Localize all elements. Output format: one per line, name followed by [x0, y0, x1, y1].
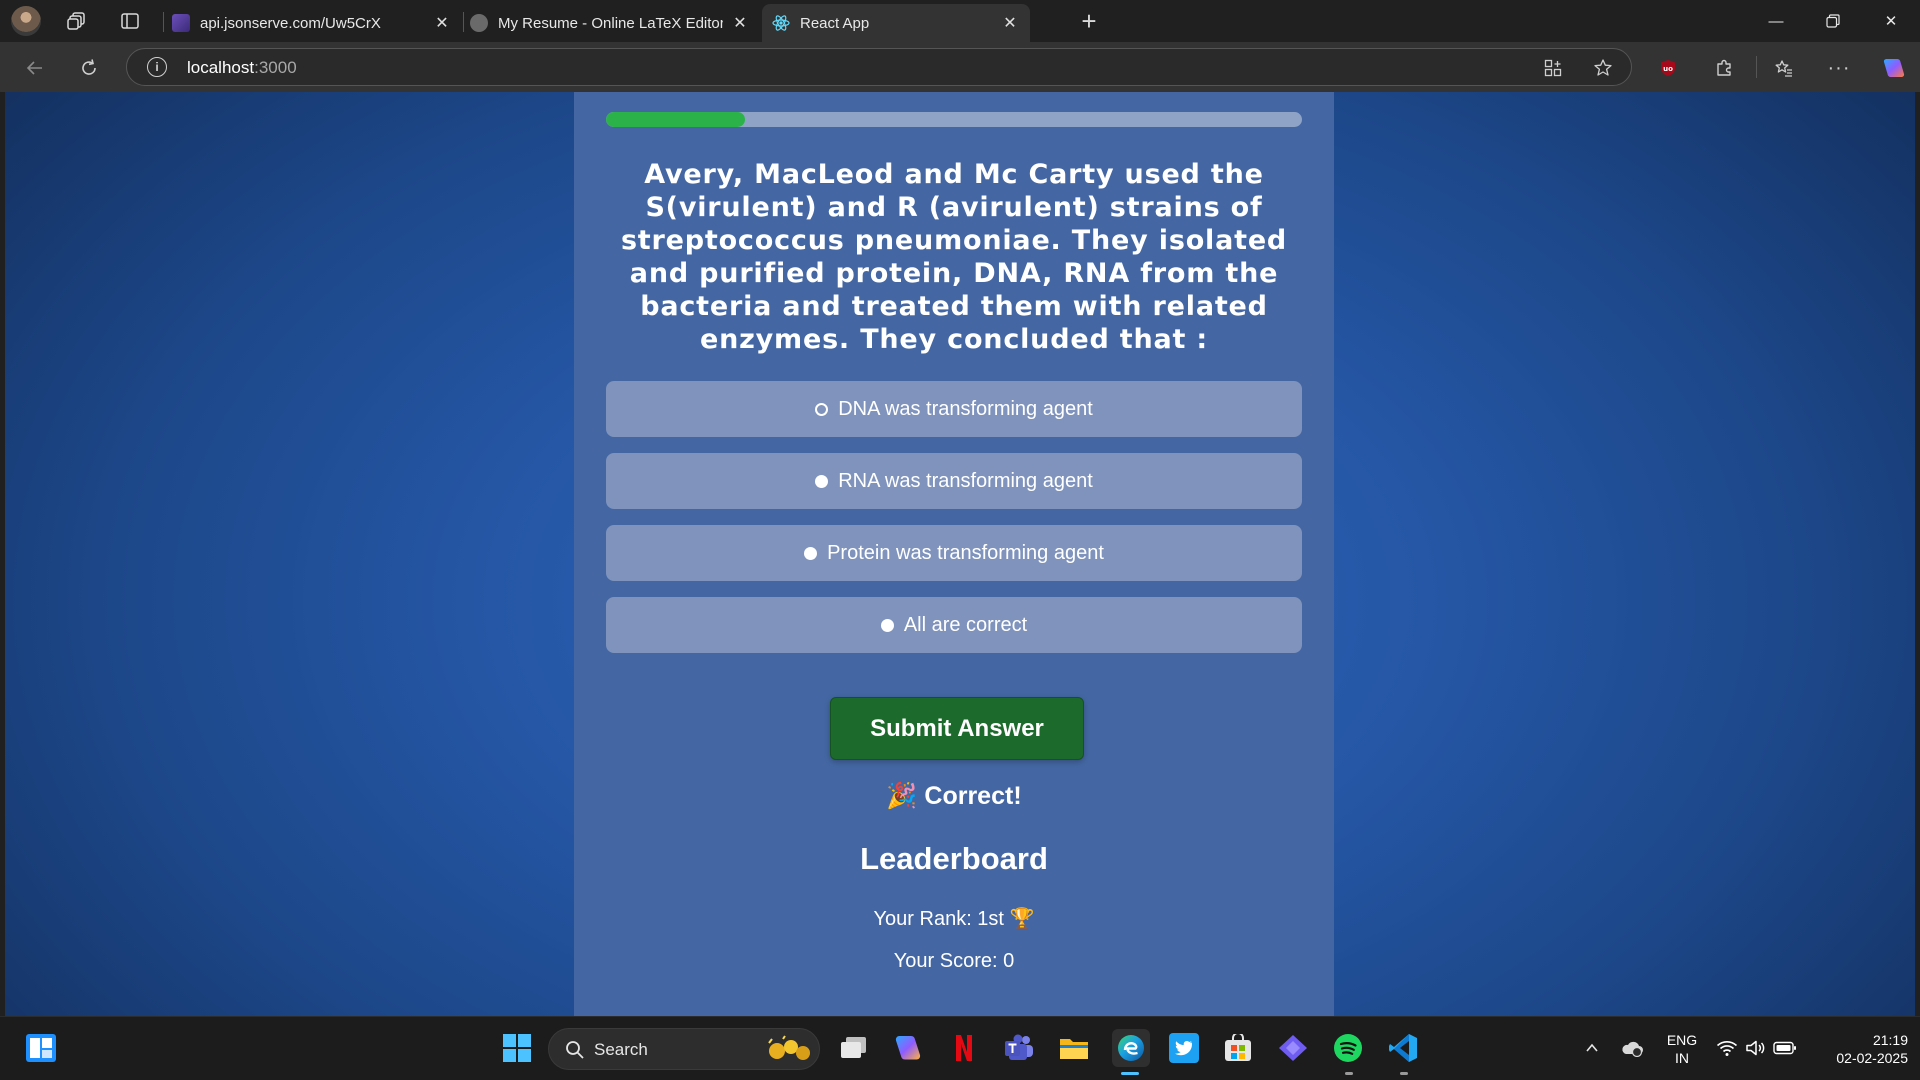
- answer-option-label: All are correct: [903, 613, 1028, 636]
- clock-date: 02-02-2025: [1836, 1050, 1908, 1066]
- url-port: :3000: [254, 58, 297, 77]
- progress-fill: [606, 112, 746, 127]
- user-score: Your Score: 0: [893, 950, 1015, 972]
- quiz-progress-bar: [606, 112, 1302, 127]
- overleaf-favicon: [470, 14, 488, 32]
- answer-option[interactable]: Protein was transforming agent: [606, 525, 1302, 581]
- leaderboard-title: Leaderboard: [860, 841, 1048, 876]
- answer-option-label: RNA was transforming agent: [838, 469, 1093, 492]
- question-text: Avery, MacLeod and Mc Carty used the S(v…: [620, 159, 1288, 355]
- favorite-star-icon[interactable]: [1591, 56, 1615, 80]
- ublock-origin-icon[interactable]: uo: [1652, 52, 1684, 84]
- workspaces-icon[interactable]: [62, 6, 92, 36]
- tab-latex-editor[interactable]: My Resume - Online LaTeX Editor ✕: [470, 4, 760, 42]
- language-region: IN: [1675, 1050, 1689, 1066]
- widgets-icon[interactable]: [24, 1031, 58, 1065]
- restore-icon[interactable]: [1805, 0, 1861, 42]
- copilot-icon[interactable]: [1878, 52, 1910, 84]
- radio-icon[interactable]: [804, 546, 818, 560]
- react-favicon: [772, 14, 790, 32]
- radio-icon[interactable]: [815, 474, 829, 488]
- quiz-card: Avery, MacLeod and Mc Carty used the S(v…: [574, 92, 1334, 1016]
- user-rank: Your Rank: 1st 🏆: [873, 908, 1035, 930]
- taskbar-search-box[interactable]: Search: [548, 1028, 820, 1070]
- vscode-running-indicator: [1400, 1072, 1408, 1075]
- search-highlight-icon: [768, 1035, 810, 1060]
- favorites-list-icon[interactable]: [1768, 52, 1800, 84]
- tab-separator: [463, 12, 464, 32]
- show-hidden-icons-chevron-up-icon[interactable]: [1575, 1031, 1609, 1065]
- answer-option-label: DNA was transforming agent: [838, 397, 1093, 420]
- profile-avatar[interactable]: [11, 6, 41, 36]
- url-text[interactable]: localhost:3000: [187, 58, 297, 78]
- new-tab-icon[interactable]: +: [1074, 6, 1104, 36]
- back-arrow-icon[interactable]: [19, 52, 51, 84]
- submit-answer-button[interactable]: Submit Answer: [830, 697, 1084, 760]
- taskbar-clock[interactable]: 21:19 02-02-2025: [1808, 1031, 1908, 1067]
- power-automate-icon[interactable]: [1276, 1031, 1310, 1065]
- radio-icon[interactable]: [880, 618, 894, 632]
- answer-option[interactable]: RNA was transforming agent: [606, 453, 1302, 509]
- search-icon: [566, 1041, 584, 1059]
- start-windows-icon[interactable]: [500, 1031, 534, 1065]
- svg-text:uo: uo: [1663, 65, 1673, 73]
- tab-title: api.jsonserve.com/Uw5CrX: [200, 14, 381, 32]
- more-options-icon[interactable]: ···: [1823, 52, 1855, 84]
- answer-option-label: Protein was transforming agent: [827, 541, 1104, 564]
- site-info-icon[interactable]: i: [147, 57, 167, 77]
- browser-title-bar: api.jsonserve.com/Uw5CrX ✕ My Resume - O…: [0, 0, 1920, 42]
- spotify-icon[interactable]: [1331, 1031, 1365, 1065]
- tab-separator: [163, 12, 164, 32]
- url-host: localhost: [187, 58, 255, 77]
- tab-jsonserve[interactable]: api.jsonserve.com/Uw5CrX ✕: [172, 4, 462, 42]
- teams-icon[interactable]: [1002, 1031, 1036, 1065]
- microsoft-store-icon[interactable]: [1221, 1031, 1255, 1065]
- close-tab-icon[interactable]: ✕: [728, 11, 752, 35]
- toolbar-separator: [1756, 56, 1757, 78]
- page-viewport: Avery, MacLeod and Mc Carty used the S(v…: [5, 92, 1915, 1016]
- clock-time: 21:19: [1872, 1032, 1908, 1048]
- input-language-indicator[interactable]: ENG IN: [1662, 1031, 1702, 1067]
- twitter-icon[interactable]: [1167, 1031, 1201, 1065]
- vscode-icon[interactable]: [1386, 1031, 1420, 1065]
- netflix-icon[interactable]: [947, 1031, 981, 1065]
- answer-option[interactable]: All are correct: [606, 597, 1302, 653]
- close-window-icon[interactable]: ✕: [1863, 0, 1919, 42]
- spotify-running-indicator: [1345, 1072, 1353, 1075]
- answer-option[interactable]: DNA was transforming agent: [606, 381, 1302, 437]
- tab-title: My Resume - Online LaTeX Editor: [498, 14, 723, 32]
- battery-icon[interactable]: [1768, 1031, 1802, 1065]
- close-tab-icon[interactable]: ✕: [430, 11, 454, 35]
- radio-icon[interactable]: [815, 402, 829, 416]
- copilot-app-icon[interactable]: [891, 1031, 925, 1065]
- tab-react-app[interactable]: React App ✕: [762, 4, 1030, 42]
- extensions-puzzle-icon[interactable]: [1708, 52, 1740, 84]
- windows-taskbar: Search ENG IN 21:19 02-02-2025: [0, 1016, 1920, 1080]
- search-label: Search: [594, 1040, 648, 1059]
- minimize-icon[interactable]: —: [1748, 0, 1804, 42]
- app-available-icon[interactable]: [1541, 56, 1565, 80]
- edge-browser-icon[interactable]: [1112, 1029, 1150, 1067]
- jsonserve-favicon: [172, 14, 190, 32]
- refresh-icon[interactable]: [73, 52, 105, 84]
- close-tab-icon[interactable]: ✕: [998, 11, 1022, 35]
- onedrive-sync-icon[interactable]: [1615, 1031, 1649, 1065]
- browser-toolbar: i localhost:3000 uo ···: [0, 42, 1920, 92]
- address-bar[interactable]: i localhost:3000: [126, 48, 1632, 86]
- edge-running-indicator: [1121, 1072, 1139, 1075]
- answer-feedback: 🎉 Correct!: [886, 782, 1022, 810]
- task-view-icon[interactable]: [837, 1031, 871, 1065]
- tab-title: React App: [800, 14, 870, 32]
- vertical-tabs-icon[interactable]: [115, 6, 145, 36]
- file-explorer-icon[interactable]: [1057, 1031, 1091, 1065]
- language-code: ENG: [1666, 1032, 1698, 1048]
